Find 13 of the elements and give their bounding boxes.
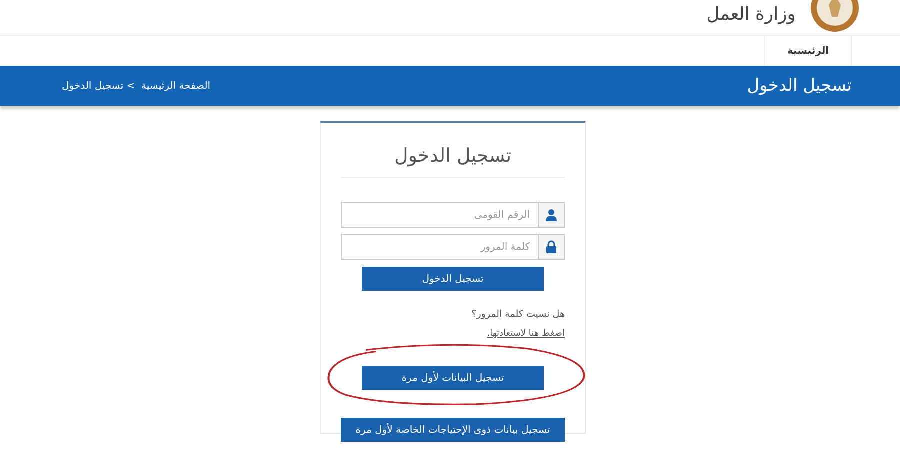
breadcrumb: الصفحة الرئيسية > تسجيل الدخول [62, 80, 211, 92]
password-field[interactable]: كلمة المرور [341, 234, 538, 260]
ministry-name: وزارة العمل [706, 4, 796, 26]
recover-link[interactable]: اضغط هنا لاستعادتها. [487, 329, 565, 339]
page-title: تسجيل الدخول [747, 76, 852, 96]
register-button[interactable]: تسجيل البيانات لأول مرة [362, 366, 544, 390]
national-id-field[interactable]: الرقم القومى [341, 202, 538, 228]
special-needs-register-button[interactable]: تسجيل بيانات ذوى الإحتياجات الخاصة لأول مرة [341, 418, 565, 442]
user-icon [538, 202, 565, 228]
login-title: تسجيل الدخول [341, 141, 565, 178]
login-button[interactable]: تسجيل الدخول [362, 267, 544, 291]
forgot-password-text: هل نسيت كلمة المرور؟ [472, 309, 565, 320]
lock-icon [538, 234, 565, 260]
